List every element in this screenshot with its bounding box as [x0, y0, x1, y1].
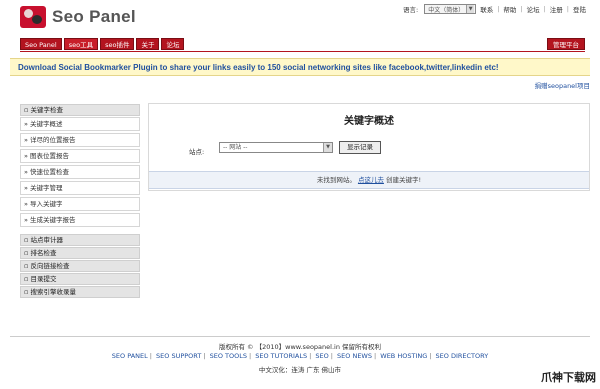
footer-link-seo[interactable]: SEO	[315, 352, 328, 360]
sidebar-group-directory-submit[interactable]: ▫ 目录提交	[20, 273, 140, 285]
sidebar-item-keyword-manager[interactable]: » 关键字管理	[20, 181, 140, 195]
logo-icon	[20, 6, 46, 28]
sidebar-item-graphical-report[interactable]: » 图表位置报告	[20, 149, 140, 163]
footer-link-web-hosting[interactable]: WEB HOSTING	[380, 352, 427, 360]
sidebar-group-backlink-check[interactable]: ▫ 反向链接检查	[20, 260, 140, 272]
watermark: 爪神下载网	[541, 371, 596, 384]
chevron-down-icon: ▼	[466, 5, 475, 13]
tab-seo-panel[interactable]: Seo Panel	[20, 38, 62, 50]
show-records-button[interactable]: 显示记录	[339, 141, 381, 154]
nav-divider	[20, 51, 585, 52]
sidebar-item-generate-report[interactable]: » 生成关键字报告	[20, 213, 140, 227]
admin-panel-button[interactable]: 管理平台	[547, 38, 585, 50]
sidebar-group-indexed-pages[interactable]: ▫ 搜索引擎收录量	[20, 286, 140, 298]
footer-link-seo-news[interactable]: SEO NEWS	[337, 352, 372, 360]
top-links: 语言: 中文（简体） ▼ 联系 | 帮助 | 论坛 | 注册 | 登陆	[402, 4, 586, 14]
footer-link-seo-tutorials[interactable]: SEO TUTORIALS	[255, 352, 307, 360]
footer-links: SEO PANEL | SEO SUPPORT | SEO TOOLS | SEO T…	[111, 352, 489, 360]
register-link[interactable]: 注册	[550, 4, 563, 14]
sidebar-item-quick-check[interactable]: » 快速位置检查	[20, 165, 140, 179]
main-nav: Seo Panel seo工具 seo插件 关于 论坛	[20, 38, 185, 50]
copyright: 版权所有 © 【2010】www.seopanel.in 保留所有权利	[218, 343, 382, 351]
sidebar-group-keyword-check[interactable]: ▫ 关键字检查	[20, 104, 140, 116]
tab-forum[interactable]: 论坛	[161, 38, 185, 50]
info-message: 未找到网站。 点这儿去 创建关键字!	[149, 171, 589, 189]
sidebar-item-detailed-report[interactable]: » 详尽的位置报告	[20, 133, 140, 147]
main-panel: 关键字概述 站点: -- 网站 -- ▼ 显示记录 未找到网站。 点这儿去 创建…	[148, 103, 590, 191]
create-link[interactable]: 点这儿去	[358, 176, 384, 184]
logo-text: Seo Panel	[52, 7, 136, 26]
donate-link[interactable]: 捐赠seopanel项目	[535, 80, 590, 90]
promo-link[interactable]: Download Social Bookmarker Plugin to sha…	[18, 63, 499, 72]
tab-seo-plugins[interactable]: seo插件	[100, 38, 135, 50]
login-link[interactable]: 登陆	[573, 4, 586, 14]
site-label: 站点:	[189, 148, 205, 156]
logo[interactable]: Seo Panel	[20, 6, 136, 28]
footer-link-seo-support[interactable]: SEO SUPPORT	[156, 352, 201, 360]
forum-link[interactable]: 论坛	[527, 4, 540, 14]
help-link[interactable]: 帮助	[503, 4, 516, 14]
footer-link-seo-panel[interactable]: SEO PANEL	[112, 352, 148, 360]
sidebar-group-site-auditor[interactable]: ▫ 站点审计器	[20, 234, 140, 246]
language-label: 语言:	[402, 6, 419, 14]
header: Seo Panel 语言: 中文（简体） ▼ 联系 | 帮助 | 论坛 | 注册…	[0, 0, 600, 36]
footer-link-seo-tools[interactable]: SEO TOOLS	[210, 352, 247, 360]
footer-link-seo-directory[interactable]: SEO DIRECTORY	[436, 352, 489, 360]
sidebar-item-keyword-overview[interactable]: » 关键字概述	[20, 117, 140, 131]
promo-banner: Download Social Bookmarker Plugin to sha…	[10, 58, 590, 76]
sidebar-group-rank-check[interactable]: ▫ 排名检查	[20, 247, 140, 259]
sidebar-item-import-keywords[interactable]: » 导入关键字	[20, 197, 140, 211]
tab-seo-tools[interactable]: seo工具	[63, 38, 99, 50]
footer-divider	[10, 336, 590, 337]
translation-credit: 中文汉化：连涛 广东 佛山市	[258, 366, 342, 374]
site-select[interactable]: -- 网站 -- ▼	[219, 142, 333, 153]
chevron-down-icon: ▼	[323, 143, 332, 152]
sidebar: ▫ 关键字检查 » 关键字概述 » 详尽的位置报告 » 图表位置报告 » 快速位…	[20, 104, 140, 299]
page-title: 关键字概述	[344, 116, 394, 127]
contact-link[interactable]: 联系	[480, 4, 493, 14]
tab-about[interactable]: 关于	[136, 38, 160, 50]
language-select[interactable]: 中文（简体） ▼	[424, 4, 477, 14]
